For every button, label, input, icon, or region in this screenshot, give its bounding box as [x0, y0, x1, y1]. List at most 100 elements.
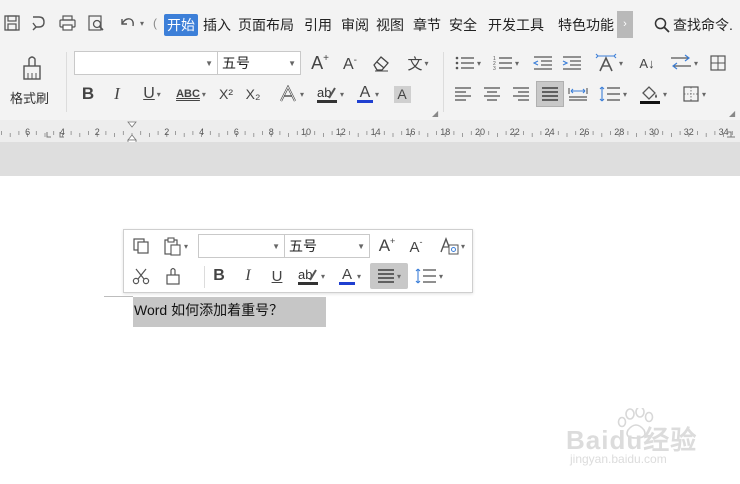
- tab-chapter[interactable]: 章节: [413, 14, 441, 36]
- ruler-label: 14: [371, 127, 381, 137]
- ruler-label: 8: [269, 127, 274, 137]
- search-icon: [654, 17, 670, 33]
- ruler-label: 30: [649, 127, 659, 137]
- bold-button[interactable]: B: [79, 83, 97, 105]
- superscript-button[interactable]: X²: [215, 83, 237, 105]
- mini-font-name-select[interactable]: ▼: [198, 234, 285, 258]
- underline-button[interactable]: U ▾: [137, 83, 167, 105]
- font-size-select[interactable]: 五号 ▼: [217, 51, 301, 75]
- bullets-button[interactable]: ▾: [452, 52, 484, 74]
- undo-icon[interactable]: ▾: [117, 13, 145, 33]
- text-effect-button[interactable]: ▾: [275, 83, 307, 105]
- subscript-button[interactable]: X₂: [242, 83, 264, 105]
- selected-text[interactable]: Word 如何添加着重号？: [133, 297, 326, 327]
- text-effect-icon: [280, 85, 296, 102]
- page-top-margin: [0, 142, 740, 176]
- grow-font-button[interactable]: A +: [309, 52, 331, 74]
- tab-view[interactable]: 视图: [376, 14, 404, 36]
- ruler-label: 24: [545, 127, 555, 137]
- char-format-icon: [440, 237, 459, 255]
- paragraph-dialog-launcher-icon[interactable]: ◢: [729, 109, 735, 118]
- text-direction-icon: [595, 53, 617, 72]
- output-pdf-icon[interactable]: [29, 13, 49, 33]
- tab-references[interactable]: 引用: [304, 14, 332, 36]
- align-right-button[interactable]: [510, 83, 532, 105]
- clear-format-button[interactable]: [369, 52, 393, 74]
- font-color-icon: A: [359, 83, 371, 101]
- highlight-icon: ab: [316, 85, 337, 103]
- highlight-button[interactable]: ab ▾: [313, 83, 347, 105]
- mini-shrink-font-button[interactable]: A-: [405, 236, 427, 258]
- mini-highlight-button[interactable]: ab ▾: [294, 265, 328, 287]
- phonetic-guide-button[interactable]: 文 ▾: [403, 52, 433, 74]
- line-spacing-icon: [415, 268, 436, 284]
- line-spacing-button[interactable]: ▾: [596, 83, 630, 105]
- ruler-ticks: 6 4 2 2 4 6 8 10 12 14 16 18 20 22 24 26 28 30 32 34: [1, 121, 735, 142]
- more-tabs-button[interactable]: ›: [617, 11, 633, 38]
- mini-italic-button[interactable]: I: [240, 265, 256, 287]
- show-hide-marks-button[interactable]: ▾: [667, 52, 701, 74]
- print-preview-icon[interactable]: [86, 13, 106, 33]
- tab-developer[interactable]: 开发工具: [488, 14, 544, 36]
- cut-button[interactable]: [130, 265, 152, 287]
- eraser-icon: [373, 56, 389, 72]
- increase-indent-button[interactable]: [561, 52, 583, 74]
- divider: [443, 52, 444, 112]
- chevron-down-icon: ▼: [357, 242, 365, 251]
- text-direction-button[interactable]: ▾: [592, 52, 626, 74]
- decrease-indent-button[interactable]: [532, 52, 554, 74]
- mini-char-format-button[interactable]: ▾: [435, 235, 469, 257]
- highlight-icon: ab: [297, 267, 318, 285]
- svg-text:3: 3: [493, 66, 496, 71]
- mini-font-size-select[interactable]: 五号 ▼: [284, 234, 370, 258]
- char-shading-button[interactable]: A: [392, 83, 412, 105]
- mini-underline-button[interactable]: U: [268, 265, 286, 287]
- shading-button[interactable]: ▾: [636, 83, 670, 105]
- distributed-align-button[interactable]: [567, 83, 589, 105]
- mini-font-color-button[interactable]: A ▾: [334, 265, 366, 287]
- borders-icon: [683, 86, 699, 102]
- numbering-button[interactable]: 1 2 3 ▾: [490, 52, 522, 74]
- mini-grow-font-button[interactable]: A +: [376, 235, 398, 257]
- format-painter-button[interactable]: [12, 52, 52, 84]
- abc-icon: ABC: [176, 88, 200, 100]
- sort-button[interactable]: A↓: [636, 52, 658, 74]
- print-icon[interactable]: [57, 13, 77, 33]
- justify-button[interactable]: [536, 81, 564, 107]
- copy-button[interactable]: [130, 235, 152, 257]
- sort-icon: A↓: [639, 55, 655, 71]
- paint-bucket-icon: [639, 86, 660, 104]
- chevron-down-icon: ▼: [288, 59, 296, 68]
- tab-review[interactable]: 审阅: [341, 14, 369, 36]
- indent-marker[interactable]: [127, 121, 137, 141]
- search-command[interactable]: 查找命令.: [654, 14, 733, 36]
- ruler-label: 22: [510, 127, 520, 137]
- font-color-button[interactable]: A ▾: [352, 83, 384, 105]
- ruler-label: 2: [164, 127, 169, 137]
- redo-icon[interactable]: (: [151, 13, 159, 33]
- align-center-button[interactable]: [481, 83, 503, 105]
- table-tools-button[interactable]: [707, 52, 729, 74]
- tab-page-layout[interactable]: 页面布局: [238, 14, 294, 36]
- font-dialog-launcher-icon[interactable]: ◢: [432, 109, 438, 118]
- italic-button[interactable]: I: [109, 83, 125, 105]
- tab-special-features[interactable]: 特色功能: [558, 14, 616, 36]
- paste-button[interactable]: ▾: [158, 235, 192, 257]
- tab-security[interactable]: 安全: [449, 14, 477, 36]
- font-color-icon: A: [341, 265, 352, 283]
- font-color-bar: [356, 99, 373, 103]
- underline-icon: U: [271, 267, 283, 285]
- mini-bold-button[interactable]: B: [210, 265, 228, 287]
- save-icon[interactable]: [2, 13, 22, 33]
- mini-line-spacing-button[interactable]: ▾: [412, 265, 446, 287]
- tab-insert[interactable]: 插入: [203, 14, 231, 36]
- shrink-font-button[interactable]: A-: [339, 54, 361, 76]
- align-left-button[interactable]: [452, 83, 474, 105]
- tab-home[interactable]: 开始: [164, 14, 198, 36]
- mini-align-button[interactable]: ▾: [370, 263, 408, 289]
- borders-button[interactable]: ▾: [677, 83, 711, 105]
- mini-format-painter-button[interactable]: [162, 265, 184, 287]
- font-name-select[interactable]: ▼: [74, 51, 218, 75]
- strikethrough-button[interactable]: ABC ▾: [174, 83, 208, 105]
- align-right-icon: [513, 87, 529, 101]
